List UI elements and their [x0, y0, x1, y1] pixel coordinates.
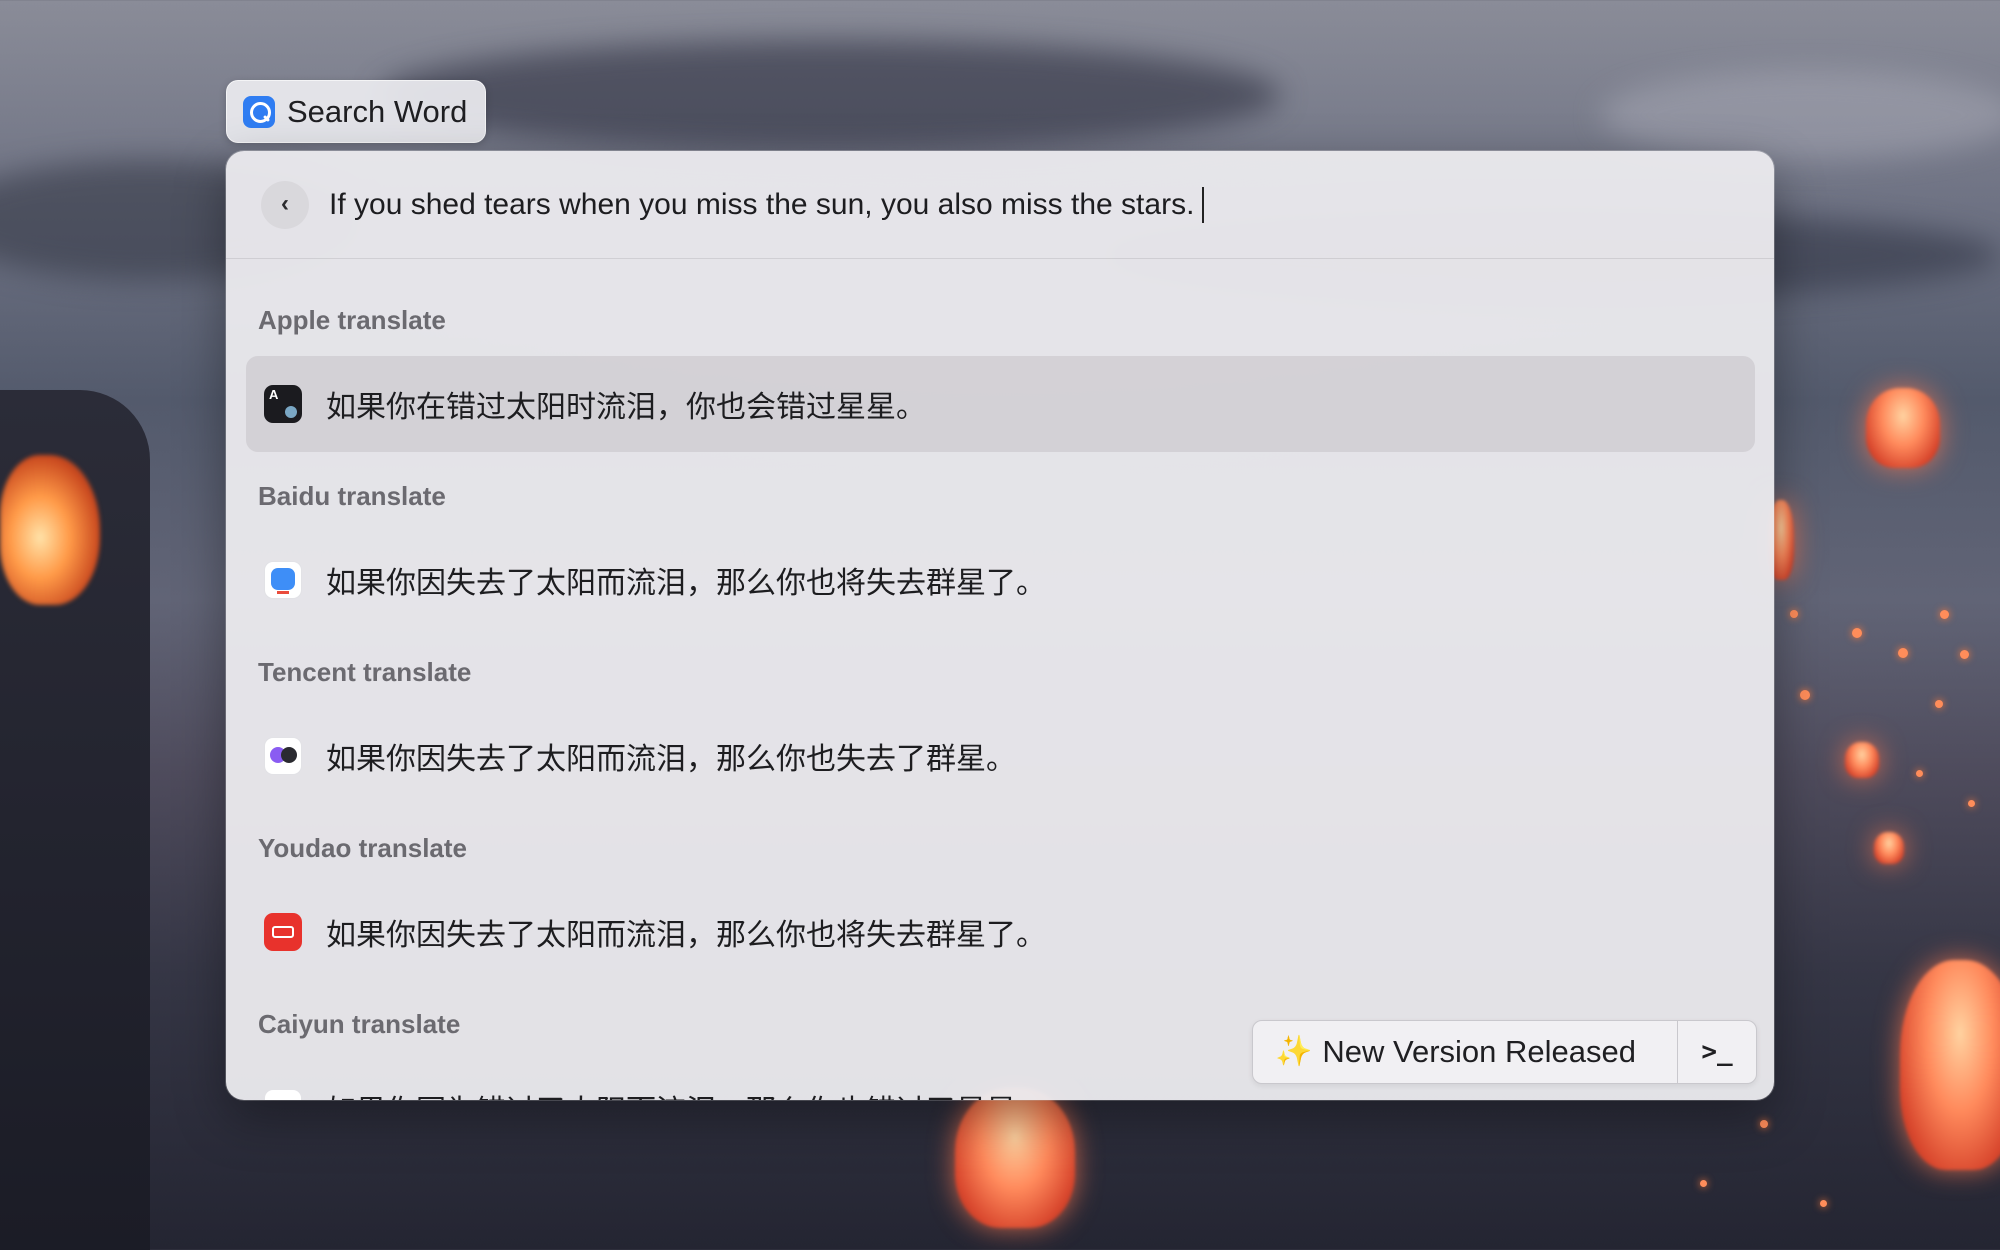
distant-lantern — [1800, 690, 1810, 700]
distant-lantern — [1940, 610, 1949, 619]
result-text: 如果你因失去了太阳而流泪，那么你也失去了群星。 — [326, 742, 1016, 777]
distant-lantern — [1760, 1120, 1768, 1128]
search-input[interactable]: If you shed tears when you miss the sun,… — [329, 181, 1205, 229]
terminal-button[interactable]: >_ — [1678, 1021, 1756, 1083]
new-version-toast: ✨ New Version Released >_ — [1252, 1020, 1757, 1084]
tower-lantern — [0, 455, 100, 605]
translation-panel: ‹ If you shed tears when you miss the su… — [226, 151, 1774, 1100]
result-row-tencent[interactable]: 如果你因失去了太阳而流泪，那么你也失去了群星。 — [246, 708, 1755, 804]
sky-lantern — [1866, 388, 1940, 468]
distant-lantern — [1898, 648, 1908, 658]
result-text: 如果你因失去了太阳而流泪，那么你也将失去群星了。 — [326, 566, 1046, 601]
search-bar: ‹ If you shed tears when you miss the su… — [226, 151, 1774, 259]
cloud — [380, 40, 1280, 150]
chevron-left-icon: ‹ — [281, 189, 289, 217]
distant-lantern — [1820, 1200, 1827, 1207]
caiyun-translate-icon — [264, 1089, 302, 1100]
section-title-baidu: Baidu translate — [258, 481, 446, 511]
apple-translate-icon — [264, 385, 302, 423]
back-button[interactable]: ‹ — [261, 181, 309, 229]
tencent-translate-icon — [264, 737, 302, 775]
distant-lantern — [1960, 650, 1969, 659]
youdao-translate-icon — [264, 913, 302, 951]
sky-lantern — [1900, 960, 2000, 1170]
section-title-tencent: Tencent translate — [258, 657, 472, 687]
section-title-caiyun: Caiyun translate — [258, 1009, 461, 1039]
text-caret — [1202, 187, 1205, 223]
section-title-apple: Apple translate — [258, 305, 446, 335]
baidu-translate-icon — [264, 561, 302, 599]
new-version-button[interactable]: ✨ New Version Released — [1253, 1021, 1678, 1083]
sky-lantern — [1845, 742, 1879, 778]
search-query-text: If you shed tears when you miss the sun,… — [329, 188, 1195, 221]
distant-lantern — [1852, 628, 1862, 638]
distant-lantern — [1700, 1180, 1707, 1187]
distant-lantern — [1790, 610, 1798, 618]
result-text: 如果你在错过太阳时流泪，你也会错过星星。 — [326, 390, 926, 425]
sky-lantern — [955, 1088, 1075, 1228]
search-word-icon — [243, 95, 275, 128]
distant-lantern — [1935, 700, 1943, 708]
result-row-youdao[interactable]: 如果你因失去了太阳而流泪，那么你也将失去群星了。 — [246, 884, 1755, 980]
section-title-youdao: Youdao translate — [258, 833, 468, 863]
tab-label: Search Word — [287, 93, 468, 129]
result-row-baidu[interactable]: 如果你因失去了太阳而流泪，那么你也将失去群星了。 — [246, 532, 1755, 628]
cloud — [1600, 70, 2000, 160]
result-row-apple[interactable]: 如果你在错过太阳时流泪，你也会错过星星。 — [246, 356, 1755, 452]
search-word-tab[interactable]: Search Word — [226, 80, 486, 143]
sky-lantern — [1874, 832, 1904, 864]
result-text: 如果你因失去了太阳而流泪，那么你也将失去群星了。 — [326, 918, 1046, 953]
terminal-icon: >_ — [1701, 1037, 1733, 1067]
distant-lantern — [1916, 770, 1923, 777]
distant-lantern — [1968, 800, 1975, 807]
new-version-label: New Version Released — [1322, 1034, 1636, 1069]
result-text: 如果你因为错过了太阳而流泪，那么你也错过了星星。 — [326, 1086, 1046, 1100]
sparkles-icon: ✨ — [1275, 1035, 1313, 1068]
